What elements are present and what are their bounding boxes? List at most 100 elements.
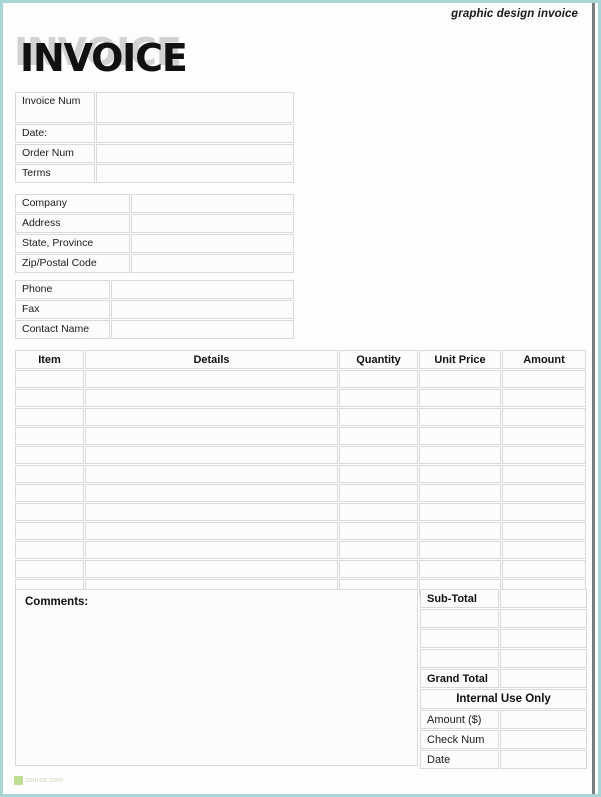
cell-unit-price[interactable] bbox=[419, 427, 501, 445]
table-row bbox=[15, 427, 587, 445]
input-address[interactable] bbox=[131, 214, 294, 233]
cell-unit-price[interactable] bbox=[419, 484, 501, 502]
label-fax: Fax bbox=[15, 300, 110, 319]
cell-item[interactable] bbox=[15, 408, 84, 426]
cell-details[interactable] bbox=[85, 408, 338, 426]
cell-quantity[interactable] bbox=[339, 484, 418, 502]
input-company[interactable] bbox=[131, 194, 294, 213]
cell-quantity[interactable] bbox=[339, 560, 418, 578]
input-invoice-num[interactable] bbox=[96, 92, 294, 123]
cell-details[interactable] bbox=[85, 370, 338, 388]
input-date[interactable] bbox=[96, 124, 294, 143]
cell-details[interactable] bbox=[85, 522, 338, 540]
cell-details[interactable] bbox=[85, 560, 338, 578]
cell-item[interactable] bbox=[15, 370, 84, 388]
table-header-row: Item Details Quantity Unit Price Amount bbox=[15, 350, 587, 369]
cell-quantity[interactable] bbox=[339, 522, 418, 540]
cell-item[interactable] bbox=[15, 484, 84, 502]
field-row-phone: Phone bbox=[15, 280, 294, 299]
cell-unit-price[interactable] bbox=[419, 541, 501, 559]
input-terms[interactable] bbox=[96, 164, 294, 183]
cell-amount[interactable] bbox=[502, 560, 586, 578]
label-amount-dollars: Amount ($) bbox=[420, 710, 499, 729]
input-grand-total[interactable] bbox=[500, 669, 587, 688]
input-blank-2[interactable] bbox=[500, 629, 587, 648]
table-row bbox=[15, 484, 587, 502]
cell-item[interactable] bbox=[15, 560, 84, 578]
invoice-page: graphic design invoice INVOICE INVOICE I… bbox=[0, 0, 601, 797]
cell-unit-price[interactable] bbox=[419, 370, 501, 388]
cell-unit-price[interactable] bbox=[419, 465, 501, 483]
cell-amount[interactable] bbox=[502, 541, 586, 559]
document-kicker: graphic design invoice bbox=[451, 8, 578, 20]
table-row bbox=[15, 370, 587, 388]
input-state-province[interactable] bbox=[131, 234, 294, 253]
input-internal-date[interactable] bbox=[500, 750, 587, 769]
table-row bbox=[15, 465, 587, 483]
cell-amount[interactable] bbox=[502, 484, 586, 502]
cell-unit-price[interactable] bbox=[419, 408, 501, 426]
input-order-num[interactable] bbox=[96, 144, 294, 163]
label-company: Company bbox=[15, 194, 130, 213]
field-row-zip-postal-code: Zip/Postal Code bbox=[15, 254, 294, 273]
cell-quantity[interactable] bbox=[339, 503, 418, 521]
cell-amount[interactable] bbox=[502, 503, 586, 521]
cell-quantity[interactable] bbox=[339, 541, 418, 559]
cell-quantity[interactable] bbox=[339, 370, 418, 388]
cell-quantity[interactable] bbox=[339, 389, 418, 407]
cell-details[interactable] bbox=[85, 541, 338, 559]
cell-amount[interactable] bbox=[502, 427, 586, 445]
cell-details[interactable] bbox=[85, 503, 338, 521]
cell-item[interactable] bbox=[15, 465, 84, 483]
invoice-meta-block: Invoice Num Date: Order Num Terms bbox=[15, 92, 294, 184]
cell-unit-price[interactable] bbox=[419, 560, 501, 578]
cell-details[interactable] bbox=[85, 446, 338, 464]
label-phone: Phone bbox=[15, 280, 110, 299]
cell-unit-price[interactable] bbox=[419, 522, 501, 540]
input-amount-dollars[interactable] bbox=[500, 710, 587, 729]
site-watermark: source.com bbox=[14, 776, 63, 785]
cell-amount[interactable] bbox=[502, 389, 586, 407]
cell-unit-price[interactable] bbox=[419, 446, 501, 464]
input-blank-1[interactable] bbox=[500, 609, 587, 628]
cell-quantity[interactable] bbox=[339, 427, 418, 445]
cell-details[interactable] bbox=[85, 389, 338, 407]
field-row-address: Address bbox=[15, 214, 294, 233]
cell-item[interactable] bbox=[15, 427, 84, 445]
field-row-contact-name: Contact Name bbox=[15, 320, 294, 339]
input-check-num[interactable] bbox=[500, 730, 587, 749]
input-zip-postal-code[interactable] bbox=[131, 254, 294, 273]
input-fax[interactable] bbox=[111, 300, 294, 319]
cell-item[interactable] bbox=[15, 503, 84, 521]
table-row bbox=[15, 560, 587, 578]
input-blank-3[interactable] bbox=[500, 649, 587, 668]
cell-unit-price[interactable] bbox=[419, 389, 501, 407]
cell-unit-price[interactable] bbox=[419, 503, 501, 521]
input-sub-total[interactable] bbox=[500, 589, 587, 608]
totals-row-blank-3 bbox=[420, 649, 587, 668]
label-zip-postal-code: Zip/Postal Code bbox=[15, 254, 130, 273]
cell-item[interactable] bbox=[15, 541, 84, 559]
comments-box[interactable]: Comments: bbox=[15, 589, 418, 766]
cell-quantity[interactable] bbox=[339, 465, 418, 483]
cell-details[interactable] bbox=[85, 465, 338, 483]
totals-row-amount: Amount ($) bbox=[420, 710, 587, 729]
label-order-num: Order Num bbox=[15, 144, 95, 163]
contact-block: Phone Fax Contact Name bbox=[15, 280, 294, 340]
cell-item[interactable] bbox=[15, 446, 84, 464]
cell-amount[interactable] bbox=[502, 446, 586, 464]
input-contact-name[interactable] bbox=[111, 320, 294, 339]
cell-amount[interactable] bbox=[502, 465, 586, 483]
cell-amount[interactable] bbox=[502, 370, 586, 388]
label-contact-name: Contact Name bbox=[15, 320, 110, 339]
cell-quantity[interactable] bbox=[339, 408, 418, 426]
cell-amount[interactable] bbox=[502, 408, 586, 426]
cell-quantity[interactable] bbox=[339, 446, 418, 464]
cell-details[interactable] bbox=[85, 484, 338, 502]
cell-details[interactable] bbox=[85, 427, 338, 445]
cell-amount[interactable] bbox=[502, 522, 586, 540]
input-phone[interactable] bbox=[111, 280, 294, 299]
cell-item[interactable] bbox=[15, 522, 84, 540]
cell-item[interactable] bbox=[15, 389, 84, 407]
field-row-date: Date: bbox=[15, 124, 294, 143]
